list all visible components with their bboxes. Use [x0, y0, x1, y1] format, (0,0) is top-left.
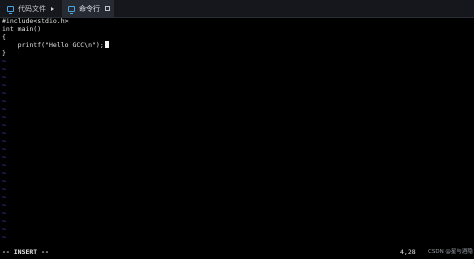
cursor-position: 4,28 — [400, 248, 416, 256]
empty-line-marker: ~ — [2, 161, 6, 169]
tab-command-line[interactable]: 命令行 — [62, 0, 114, 17]
monitor-icon — [68, 5, 75, 14]
watermark: CSDN @星与酒隐 — [428, 249, 473, 255]
empty-line-marker: ~ — [2, 169, 6, 177]
empty-line-marker: ~ — [2, 113, 6, 121]
empty-line-marker: ~ — [2, 97, 6, 105]
empty-line-marker: ~ — [2, 225, 6, 233]
code-line-current: printf("Hello GCC\n"); — [2, 41, 109, 49]
empty-line-marker: ~ — [2, 65, 6, 73]
empty-line-marker: ~ — [2, 81, 6, 89]
tab-code-file[interactable]: 代码文件 — [0, 0, 62, 17]
empty-line-marker: ~ — [2, 89, 6, 97]
empty-line-marker: ~ — [2, 137, 6, 145]
text-cursor — [104, 41, 109, 48]
play-icon[interactable] — [51, 6, 54, 11]
empty-line-marker: ~ — [2, 73, 6, 81]
code-line: int main() — [2, 25, 42, 33]
empty-line-marker: ~ — [2, 201, 6, 209]
empty-line-marker: ~ — [2, 145, 6, 153]
empty-line-marker: ~ — [2, 105, 6, 113]
empty-line-marker: ~ — [2, 153, 6, 161]
popout-icon[interactable] — [105, 6, 110, 11]
tab-bar: 代码文件 命令行 — [0, 0, 474, 18]
empty-line-marker: ~ — [2, 185, 6, 193]
tab-label: 命令行 — [79, 4, 100, 13]
empty-line-marker: ~ — [2, 177, 6, 185]
mode-indicator: -- INSERT -- — [2, 248, 49, 256]
empty-line-marker: ~ — [2, 121, 6, 129]
code-line: } — [2, 49, 6, 57]
empty-line-marker: ~ — [2, 217, 6, 225]
code-text: printf("Hello GCC\n"); — [2, 41, 104, 49]
empty-line-marker: ~ — [2, 129, 6, 137]
empty-line-marker: ~ — [2, 209, 6, 217]
empty-line-marker: ~ — [2, 233, 6, 241]
monitor-icon — [7, 5, 14, 14]
code-line: #include<stdio.h> — [2, 17, 69, 25]
empty-line-marker: ~ — [2, 57, 6, 65]
empty-line-marker: ~ — [2, 193, 6, 201]
vim-editor[interactable]: #include<stdio.h> int main() { printf("H… — [2, 17, 472, 247]
code-line: { — [2, 33, 6, 41]
terminal-window: 代码文件 命令行 #include<stdio.h> int main() { … — [0, 0, 474, 259]
tab-label: 代码文件 — [18, 4, 46, 13]
